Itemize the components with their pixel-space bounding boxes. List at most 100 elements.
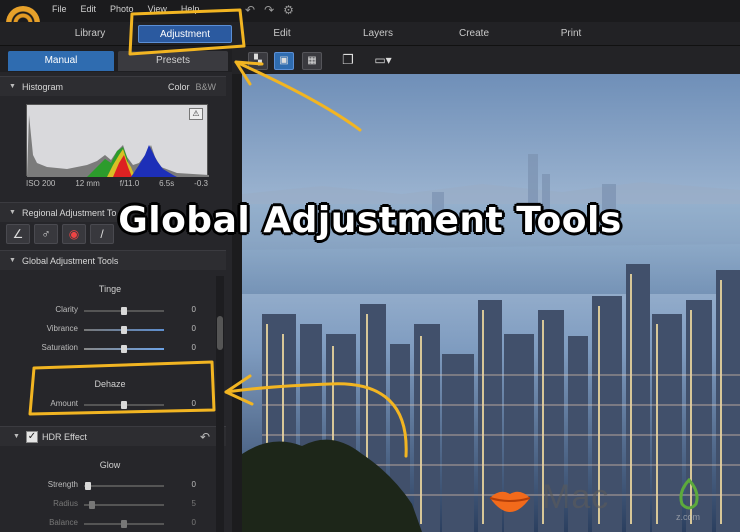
hdr-effect-section-header[interactable]: ▼ ✓ HDR Effect ↶ [0,426,226,446]
mode-tab-layers[interactable]: Layers [350,25,406,43]
lips-logo-icon [489,491,531,512]
slider-knob[interactable] [121,520,127,528]
slider-track[interactable] [84,520,164,528]
menu-view[interactable]: View [148,4,167,14]
histogram-graph: ⚠ [26,104,209,177]
menu-bar: File Edit Photo View Help [52,4,199,14]
adjustment-panel: Manual Presets ▼ Histogram Color B&W ⚠ I… [0,46,232,532]
slider-value: 0 [191,324,196,333]
slider-label: Clarity [55,305,78,314]
panel-scrollbar[interactable] [216,276,224,532]
red-eye-icon[interactable]: ◉ [62,224,86,244]
slider-value: 0 [191,343,196,352]
exif-shutter: 6.5s [159,179,175,188]
photo-preview[interactable] [242,74,740,532]
mode-tab-print[interactable]: Print [546,25,596,43]
mode-tab-library[interactable]: Library [62,25,118,43]
tab-manual[interactable]: Manual [8,51,114,71]
quick-toolbar: ↶ ↷ ⚙ [245,3,294,17]
histogram-curves [27,115,209,177]
compare-view-icon[interactable]: ▚ [248,52,268,70]
histogram-color-toggle[interactable]: Color [168,77,190,97]
slider-label: Balance [49,518,78,527]
hdr-enable-checkbox[interactable]: ✓ [26,431,38,443]
slider-knob[interactable] [121,326,127,334]
collapse-triangle-icon: ▼ [9,257,16,264]
slider-track[interactable] [84,345,164,353]
slider-label: Vibrance [46,324,78,333]
slider-label: Saturation [41,343,78,352]
regional-adjustment-section-header[interactable]: ▼ Regional Adjustment To [0,202,120,222]
slider-value: 5 [191,499,196,508]
slider-knob[interactable] [121,307,127,315]
histogram-section-header[interactable]: ▼ Histogram Color B&W [0,76,226,96]
slider-value: 0 [191,399,196,408]
histogram-bw-toggle[interactable]: B&W [195,77,216,97]
regional-adjustment-title: Regional Adjustment To [22,208,117,218]
site-watermark: Mac z.com [486,476,736,526]
slider-label: Strength [47,480,78,489]
title-bar: File Edit Photo View Help ↶ ↷ ⚙ [0,0,740,22]
slider-value: 0 [191,518,196,527]
exif-aperture: f/11.0 [119,179,140,188]
slider-label: Radius [53,499,78,508]
undo-icon[interactable]: ↶ [245,3,255,17]
menu-file[interactable]: File [52,4,67,14]
scrollbar-thumb[interactable] [217,316,223,350]
exif-iso: ISO 200 [26,179,56,188]
tab-presets[interactable]: Presets [118,51,228,71]
slider-track[interactable] [84,307,164,315]
slider-value: 0 [191,480,196,489]
watermark-text: Mac [542,478,610,516]
clipping-warning-icon[interactable]: ⚠ [189,108,203,120]
mode-bar: Library Adjustment Edit Layers Create Pr… [0,22,740,46]
collapse-triangle-icon: ▼ [9,209,16,216]
slider-knob[interactable] [121,345,127,353]
slider-track[interactable] [84,482,164,490]
watermark-domain: z.com [676,512,701,522]
global-adjustment-title: Global Adjustment Tools [22,256,119,266]
display-options-icon[interactable]: ▭▾ [370,52,396,70]
slider-track[interactable] [84,326,164,334]
slider-glow-balance[interactable]: Balance 0 [0,518,210,530]
viewer-toolbar: ▚ ▣ ▦ ❐ ▭▾ [232,46,740,74]
slider-value: 0 [191,305,196,314]
hdr-effect-title: HDR Effect [42,432,87,442]
mode-tab-adjustment[interactable]: Adjustment [138,25,232,43]
slider-track[interactable] [84,401,164,409]
slider-vibrance[interactable]: Vibrance 0 [0,324,210,336]
histogram-title: Histogram [22,82,64,92]
single-view-icon[interactable]: ▣ [274,52,294,70]
window-mode-icon[interactable]: ❐ [338,52,358,70]
crop-angle-icon[interactable]: ∠ [6,224,30,244]
slider-knob[interactable] [85,482,91,490]
grid-view-icon[interactable]: ▦ [302,52,322,70]
slider-knob[interactable] [89,501,95,509]
slider-glow-radius[interactable]: Radius 5 [0,499,210,511]
leaf-logo-icon [679,478,699,510]
histogram-mode-switch: Color B&W [168,77,216,97]
mode-tab-create[interactable]: Create [446,25,502,43]
slider-glow-strength[interactable]: Strength 0 [0,480,210,492]
reset-icon[interactable]: ↶ [200,427,210,447]
menu-help[interactable]: Help [181,4,200,14]
regional-tool-row: ∠ ♂ ◉ / [6,224,212,244]
brush-icon[interactable]: / [90,224,114,244]
tinge-group-label: Tinge [98,284,122,294]
slider-track[interactable] [84,501,164,509]
exif-focal-length: 12 mm [75,179,100,188]
menu-edit[interactable]: Edit [81,4,97,14]
slider-clarity[interactable]: Clarity 0 [0,305,210,317]
slider-knob[interactable] [121,401,127,409]
slider-saturation[interactable]: Saturation 0 [0,343,210,355]
histogram-exif-info: ISO 200 12 mm f/11.0 6.5s -0.3 [26,179,208,188]
glow-group-label: Glow [99,460,121,470]
slider-label: Amount [50,399,78,408]
global-adjustment-section-header[interactable]: ▼ Global Adjustment Tools [0,250,226,270]
menu-photo[interactable]: Photo [110,4,134,14]
slider-dehaze-amount[interactable]: Amount 0 [0,399,210,411]
mode-tab-edit[interactable]: Edit [262,25,302,43]
settings-gear-icon[interactable]: ⚙ [283,3,294,17]
spot-heal-icon[interactable]: ♂ [34,224,58,244]
redo-icon[interactable]: ↷ [264,3,274,17]
